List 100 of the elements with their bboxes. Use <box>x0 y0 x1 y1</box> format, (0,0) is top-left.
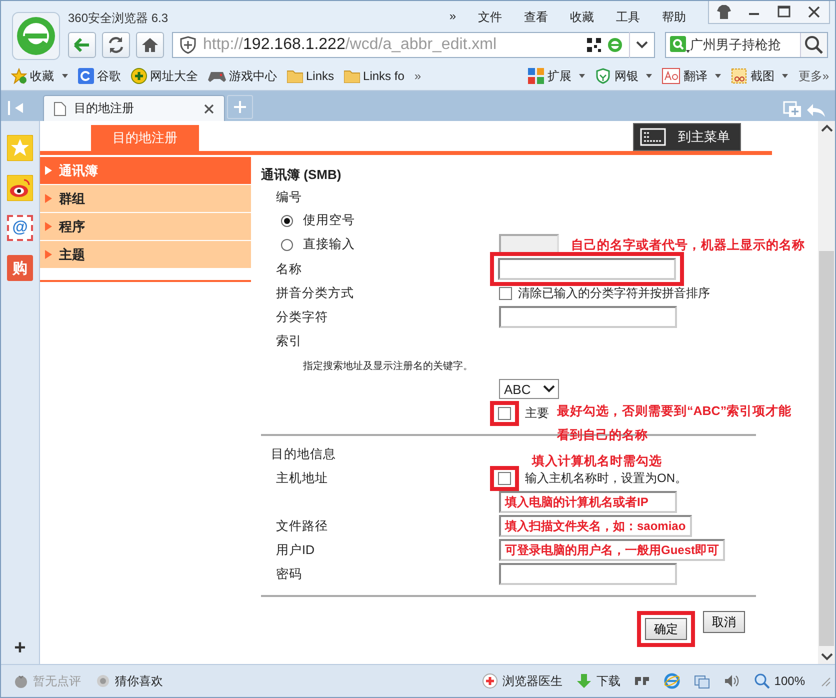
bookmark-item[interactable]: 更多» <box>798 68 829 84</box>
input-field[interactable]: 填入扫描文件夹名，如：saomiao <box>499 515 692 537</box>
status-item[interactable]: 猜你喜欢 <box>95 672 163 690</box>
bookmark-item[interactable]: 收藏 <box>11 68 68 84</box>
radio-dot-icon <box>95 673 111 689</box>
checkbox-label: 主要 <box>525 404 549 422</box>
bookmark-item[interactable]: 扩展 <box>528 68 586 84</box>
menu-item[interactable]: 程序 <box>40 213 251 240</box>
status-item[interactable]: 100% <box>754 673 805 689</box>
menu-item[interactable]: 收藏 <box>570 9 594 26</box>
field-label: 分类字符 <box>276 310 328 324</box>
window-title: 360安全浏览器 6.3 <box>68 10 168 27</box>
input-field[interactable] <box>498 258 676 280</box>
form-button[interactable]: 取消 <box>703 611 745 633</box>
speaker-icon[interactable] <box>724 673 740 689</box>
bookmark-item[interactable]: Links fo <box>344 69 404 83</box>
qr-code-icon[interactable] <box>587 38 601 52</box>
magnifier-icon <box>754 673 770 689</box>
triangle-icon <box>45 194 52 203</box>
checkbox[interactable] <box>499 286 512 300</box>
checkbox-label: 输入主机名称时，设置为ON。 <box>525 470 687 486</box>
mail-icon[interactable]: @ <box>7 215 33 241</box>
chevron-down-icon <box>543 385 555 393</box>
gamepad-icon <box>208 69 226 83</box>
menu-item[interactable]: » <box>449 9 456 23</box>
field-label: 文件路径 <box>276 518 328 532</box>
menu-item[interactable]: 查看 <box>524 9 548 26</box>
home-button[interactable] <box>136 32 164 58</box>
input-field[interactable]: 填入电脑的计算机名或者IP <box>499 491 677 513</box>
radio-button[interactable]: 直接输入 <box>281 236 355 254</box>
bookmark-item[interactable]: 网址大全 <box>131 68 198 84</box>
triangle-icon <box>45 250 52 259</box>
menu-item[interactable]: 群组 <box>40 185 251 212</box>
menu-screen-icon <box>640 128 666 146</box>
screenshot-icon <box>731 68 748 84</box>
refresh-button[interactable] <box>102 32 130 58</box>
window-add-icon[interactable] <box>783 101 803 119</box>
annotation-text: 自己的名字或者代号，机器上显示的名称 <box>571 237 805 254</box>
browser-logo-icon <box>12 12 60 60</box>
field-label: 用户ID <box>276 542 314 556</box>
bookmark-item[interactable]: 翻译 <box>662 68 722 84</box>
first-aid-icon <box>482 673 498 689</box>
bookmark-item[interactable]: » <box>414 69 422 83</box>
shield-icon <box>179 36 197 54</box>
search-field[interactable]: 广州男子持枪抢 <box>665 32 828 58</box>
eye-icon[interactable] <box>7 175 33 201</box>
search-icon[interactable] <box>800 33 827 57</box>
input-field[interactable]: 可登录电脑的用户名，一般用Guest即可 <box>499 539 726 561</box>
annotation-text: 看到自己的名称 <box>557 427 648 444</box>
star-icon <box>11 68 27 84</box>
annotation-text: 填入计算机名时需勾选 <box>532 453 662 470</box>
close-icon[interactable] <box>204 104 214 114</box>
field-label: 编号 <box>276 190 302 204</box>
address-field[interactable]: http://192.168.1.222/wcd/a_abbr_edit.xml <box>172 32 655 58</box>
bookmark-item[interactable]: Links <box>287 69 334 83</box>
windows-icon[interactable] <box>694 673 710 689</box>
field-label: 索引 <box>276 334 302 348</box>
bookmark-item[interactable]: 谷歌 <box>78 68 121 84</box>
shopping-bag-icon[interactable]: 购 <box>7 255 33 281</box>
hint-text: 指定搜索地址及显示注册名的关键字。 <box>303 360 473 372</box>
menu-item[interactable]: 帮助 <box>662 9 686 26</box>
search-engine-icon[interactable] <box>670 36 690 54</box>
translate-icon <box>662 68 680 84</box>
tomato-icon <box>13 673 29 689</box>
resize-grip-icon[interactable] <box>819 675 831 687</box>
input-field[interactable] <box>499 306 677 328</box>
input-field[interactable] <box>499 563 677 585</box>
status-item[interactable]: 下载 <box>576 672 620 690</box>
main-menu-button[interactable]: 到主菜单 <box>633 123 741 151</box>
field-label: 拼音分类方式 <box>276 286 354 300</box>
checkbox[interactable] <box>498 406 511 420</box>
menu-item[interactable]: 工具 <box>616 9 640 26</box>
folder-icon <box>287 69 303 83</box>
bookmark-item[interactable]: 网银 <box>595 68 652 84</box>
add-button[interactable]: + <box>14 637 26 660</box>
checkbox[interactable] <box>498 472 511 484</box>
field-label: 主机地址 <box>276 470 328 484</box>
menu-item[interactable]: 文件 <box>478 9 502 26</box>
field-label: 名称 <box>276 262 302 276</box>
folder-icon <box>344 69 360 83</box>
back-button[interactable] <box>68 32 96 58</box>
page-icon <box>54 102 66 116</box>
star-icon[interactable] <box>7 135 33 161</box>
checkbox-label: 清除已输入的分类字符并按拼音排序 <box>518 284 710 302</box>
plus-circle-icon <box>131 68 147 84</box>
bookmark-item[interactable]: 游戏中心 <box>208 68 277 84</box>
status-item[interactable]: 浏览器医生 <box>482 672 562 690</box>
dropdown[interactable]: ABC <box>499 379 559 399</box>
form-heading: 通讯簿 (SMB) <box>261 166 342 184</box>
bookmark-item[interactable]: 截图 <box>731 68 788 84</box>
browser-engine-icon[interactable] <box>607 37 623 53</box>
form-button[interactable]: 确定 <box>645 618 687 640</box>
menu-item[interactable]: 主题 <box>40 241 251 268</box>
scrollbar[interactable] <box>818 121 835 664</box>
triangle-icon <box>45 222 52 231</box>
ie-icon[interactable] <box>664 673 680 689</box>
browser-tab[interactable]: 目的地注册 <box>43 95 225 121</box>
url-text: http://192.168.1.222/wcd/a_abbr_edit.xml <box>203 36 497 54</box>
radio-button[interactable]: 使用空号 <box>281 212 355 230</box>
scroll-thumb[interactable] <box>819 251 834 646</box>
